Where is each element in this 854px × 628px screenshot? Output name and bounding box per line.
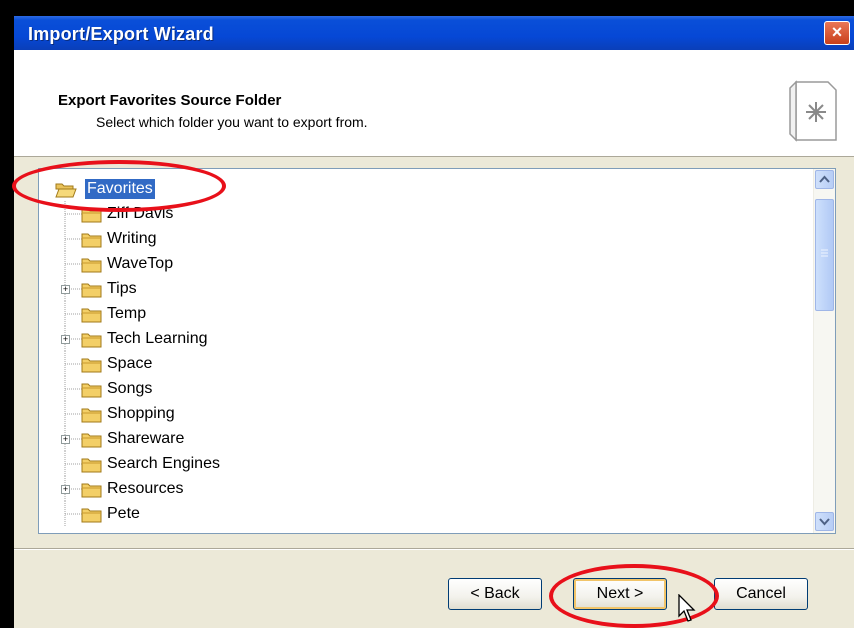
folder-icon bbox=[81, 333, 102, 348]
folder-icon bbox=[81, 433, 102, 448]
tree-item[interactable]: + Resources bbox=[39, 476, 339, 501]
scroll-up-button[interactable] bbox=[815, 170, 834, 189]
close-button[interactable]: × bbox=[824, 21, 850, 45]
annotation-circle-favorites bbox=[12, 160, 226, 212]
folder-icon bbox=[81, 283, 102, 298]
wizard-header: Export Favorites Source Folder Select wh… bbox=[14, 50, 854, 157]
tree-item-label: Temp bbox=[107, 305, 147, 322]
folder-icon bbox=[81, 408, 102, 423]
title-bar[interactable]: Import/Export Wizard × bbox=[14, 16, 854, 50]
tree-item-label: Songs bbox=[107, 380, 153, 397]
tree-item[interactable]: Pete bbox=[39, 501, 339, 526]
tree-item[interactable]: Space bbox=[39, 351, 339, 376]
tree-item-label: WaveTop bbox=[107, 255, 174, 272]
tree-item-label: Resources bbox=[107, 480, 184, 497]
tree-item[interactable]: + Tech Learning bbox=[39, 326, 339, 351]
wizard-page-star-icon bbox=[789, 80, 837, 142]
window-title: Import/Export Wizard bbox=[28, 24, 214, 44]
tree-item-label: Tech Learning bbox=[107, 330, 208, 347]
tree-item-label: Space bbox=[107, 355, 153, 372]
folder-icon bbox=[81, 308, 102, 323]
folder-icon bbox=[81, 458, 102, 473]
scroll-down-button[interactable] bbox=[815, 512, 834, 531]
tree-item[interactable]: Writing bbox=[39, 226, 339, 251]
tree-item[interactable]: + Shareware bbox=[39, 426, 339, 451]
tree-item[interactable]: + Tips bbox=[39, 276, 339, 301]
cancel-button[interactable]: Cancel bbox=[714, 578, 808, 610]
tree-item[interactable]: Search Engines bbox=[39, 451, 339, 476]
close-icon: × bbox=[831, 22, 843, 42]
tree-item-label: Shopping bbox=[107, 405, 175, 422]
tree-item[interactable]: Songs bbox=[39, 376, 339, 401]
chevron-down-icon bbox=[819, 518, 830, 526]
expand-icon[interactable]: + bbox=[61, 285, 70, 294]
page-subtitle: Select which folder you want to export f… bbox=[96, 114, 368, 130]
folder-icon bbox=[81, 233, 102, 248]
footer-separator bbox=[14, 548, 854, 550]
tree-item[interactable]: Temp bbox=[39, 301, 339, 326]
wizard-window: Import/Export Wizard × Export Favorites … bbox=[14, 16, 854, 628]
folder-icon bbox=[81, 483, 102, 498]
folder-icon bbox=[81, 383, 102, 398]
folder-icon bbox=[81, 258, 102, 273]
folder-icon bbox=[81, 358, 102, 373]
chevron-up-icon bbox=[819, 175, 830, 183]
tree-item-label: Search Engines bbox=[107, 455, 220, 472]
back-button[interactable]: < Back bbox=[448, 578, 542, 610]
expand-icon[interactable]: + bbox=[61, 335, 70, 344]
tree-item-label: Tips bbox=[107, 280, 137, 297]
folder-icon bbox=[81, 508, 102, 523]
tree-item-label: Pete bbox=[107, 505, 140, 522]
scroll-thumb[interactable] bbox=[815, 199, 834, 311]
tree-item-label: Writing bbox=[107, 230, 157, 247]
tree-item-label: Shareware bbox=[107, 430, 185, 447]
grip-icon bbox=[821, 249, 828, 257]
folder-tree[interactable]: Favorites Ziff Davis Writing WaveTop + Tips T… bbox=[38, 168, 836, 534]
expand-icon[interactable]: + bbox=[61, 485, 70, 494]
expand-icon[interactable]: + bbox=[61, 435, 70, 444]
tree-item[interactable]: Shopping bbox=[39, 401, 339, 426]
mouse-pointer-icon bbox=[678, 594, 696, 622]
vertical-scrollbar[interactable] bbox=[813, 169, 835, 533]
tree-item[interactable]: WaveTop bbox=[39, 251, 339, 276]
page-title: Export Favorites Source Folder bbox=[58, 92, 282, 109]
